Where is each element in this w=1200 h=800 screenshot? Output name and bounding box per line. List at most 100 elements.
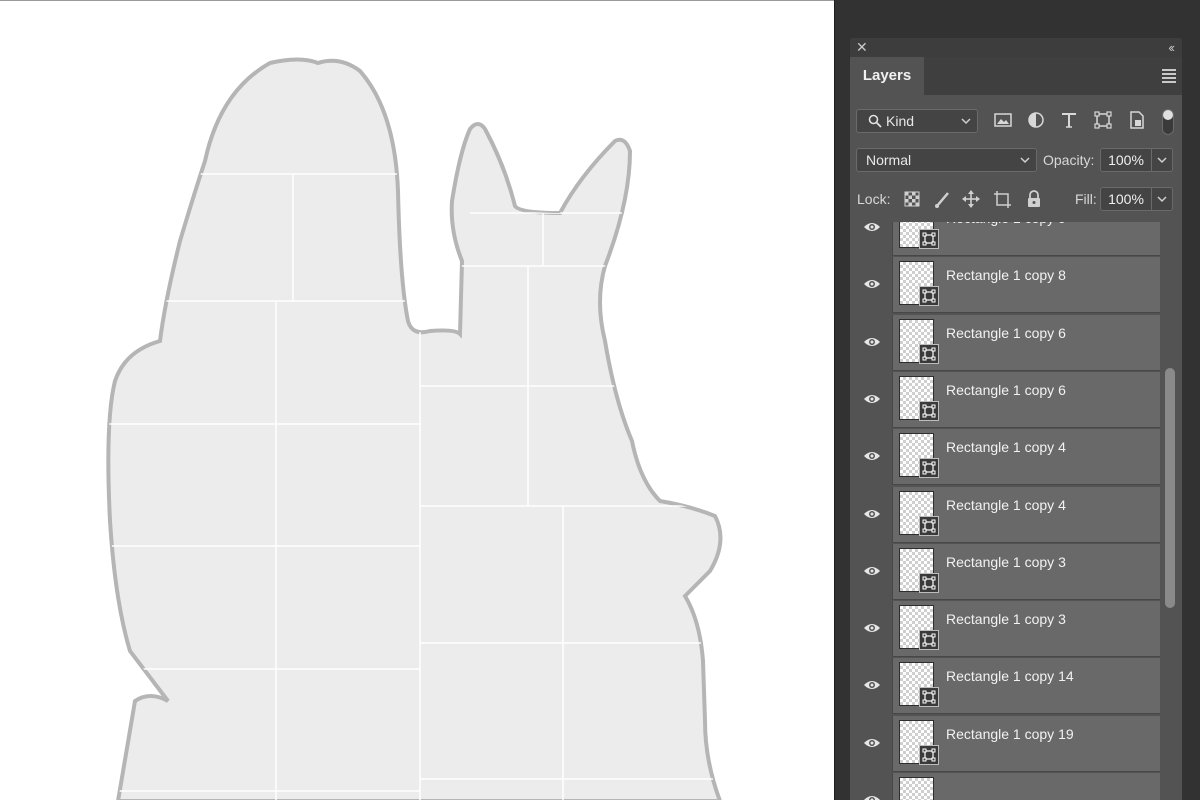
smart-object-badge-icon — [919, 286, 939, 307]
visibility-toggle[interactable] — [850, 486, 893, 543]
visibility-toggle[interactable] — [850, 543, 893, 600]
lock-artboard-icon[interactable] — [992, 189, 1012, 209]
filter-toggle[interactable] — [1162, 109, 1174, 135]
layer-row[interactable]: Rectangle 1 copy 14 — [850, 658, 1160, 715]
chevron-down-icon — [1020, 149, 1030, 179]
lock-transparent-icon[interactable] — [902, 189, 922, 209]
layer-body[interactable]: Rectangle 1 copy 19 — [893, 715, 1160, 771]
collapse-icon[interactable]: ‹‹ — [1168, 39, 1175, 56]
fill-dropdown-button[interactable] — [1152, 187, 1173, 211]
layer-thumbnail — [899, 662, 939, 708]
visibility-toggle[interactable] — [850, 715, 893, 772]
layer-name: Rectangle 1 copy 6 — [946, 381, 1066, 398]
layer-name: Rectangle 1 copy 9 — [946, 222, 1066, 236]
layer-thumbnail — [899, 490, 939, 536]
visibility-toggle[interactable] — [850, 658, 893, 715]
layers-panel: ✕ ‹‹ Layers Kind Normal Opacity: 100% Lo… — [850, 38, 1182, 800]
eye-icon — [864, 509, 880, 518]
tab-layers[interactable]: Layers — [850, 57, 924, 95]
adjustment-filter-icon[interactable] — [1025, 109, 1047, 131]
layer-name: Rectangle 1 copy 8 — [946, 267, 1066, 284]
layer-thumbnail — [899, 777, 934, 800]
smart-object-badge-icon — [919, 343, 939, 364]
layers-scrollbar[interactable] — [1160, 222, 1182, 800]
layer-body[interactable]: Rectangle 1 copy 9 — [893, 222, 1160, 255]
search-icon — [868, 114, 882, 128]
layer-body[interactable]: Rectangle 1 copy 4 — [893, 486, 1160, 542]
smart-object-badge-icon — [919, 744, 939, 765]
eye-icon — [864, 394, 880, 403]
layer-thumbnail — [899, 375, 939, 421]
lock-all-icon[interactable] — [1024, 189, 1044, 209]
type-filter-icon[interactable] — [1058, 109, 1080, 131]
document-canvas[interactable] — [0, 0, 834, 800]
smart-object-filter-icon[interactable] — [1126, 109, 1148, 131]
scrollbar-thumb[interactable] — [1165, 368, 1175, 608]
layer-thumbnail — [899, 719, 939, 765]
layer-row[interactable]: Rectangle 1 copy 6 — [850, 314, 1160, 371]
layers-list[interactable]: Rectangle 1 copy 9 — [850, 222, 1160, 800]
eye-icon — [864, 337, 880, 346]
shape-filter-icon[interactable] — [1092, 109, 1114, 131]
visibility-toggle[interactable] — [850, 429, 893, 486]
close-icon[interactable]: ✕ — [856, 39, 868, 56]
layer-body[interactable]: Rectangle 1 copy 3 — [893, 543, 1160, 599]
layer-thumbnail — [899, 318, 939, 364]
layer-name: Rectangle 1 copy 3 — [946, 611, 1066, 628]
fill-input[interactable]: 100% — [1100, 187, 1152, 211]
layer-row[interactable]: Rectangle 1 copy 4 — [850, 429, 1160, 486]
layer-body[interactable]: Rectangle 1 copy 14 — [893, 658, 1160, 714]
layer-row[interactable]: Rectangle 1 copy 6 — [850, 371, 1160, 428]
eye-icon — [864, 452, 880, 461]
layer-body[interactable]: Rectangle 1 copy 6 — [893, 371, 1160, 427]
visibility-toggle[interactable] — [850, 773, 893, 800]
lock-label: Lock: — [857, 191, 891, 207]
smart-object-badge-icon — [919, 630, 939, 651]
visibility-toggle[interactable] — [850, 222, 893, 256]
layer-body[interactable]: Rectangle 1 copy 8 — [893, 257, 1160, 313]
lock-move-icon[interactable] — [961, 189, 981, 209]
smart-object-badge-icon — [919, 687, 939, 708]
layer-body[interactable]: Rectangle 1 copy 3 — [893, 601, 1160, 657]
layer-row[interactable]: Rectangle 1 copy 3 — [850, 601, 1160, 658]
lock-paint-icon[interactable] — [933, 189, 953, 209]
layer-body[interactable]: Rectangle 1 copy 6 — [893, 314, 1160, 370]
layer-thumbnail — [899, 261, 939, 307]
eye-icon — [864, 681, 880, 690]
opacity-input[interactable]: 100% — [1100, 148, 1152, 172]
image-filter-icon[interactable] — [992, 109, 1014, 131]
layer-thumbnail — [899, 433, 939, 479]
layer-name: Rectangle 1 copy 4 — [946, 439, 1066, 456]
layer-row[interactable]: Rectangle 1 copy 8 — [850, 257, 1160, 314]
layer-row[interactable]: Rectangle 1 copy 19 — [850, 715, 1160, 772]
visibility-toggle[interactable] — [850, 314, 893, 371]
kind-filter-label: Kind — [886, 113, 915, 129]
blend-mode-value: Normal — [866, 152, 912, 168]
layer-row[interactable]: Rectangle 1 copy 4 — [850, 486, 1160, 543]
visibility-toggle[interactable] — [850, 371, 893, 428]
visibility-toggle[interactable] — [850, 257, 893, 314]
eye-icon — [864, 738, 880, 747]
panel-tab-row: Layers — [850, 57, 1182, 95]
layer-row[interactable] — [850, 773, 1160, 800]
smart-object-badge-icon — [919, 515, 939, 536]
layer-row[interactable]: Rectangle 1 copy 3 — [850, 543, 1160, 600]
chevron-down-icon — [1157, 157, 1167, 164]
layer-thumbnail — [899, 547, 939, 593]
layer-name: Rectangle 1 copy 14 — [946, 668, 1074, 685]
kind-filter-dropdown[interactable]: Kind — [856, 109, 978, 133]
opacity-dropdown-button[interactable] — [1152, 148, 1173, 172]
blend-mode-dropdown[interactable]: Normal — [856, 148, 1037, 172]
layer-name: Rectangle 1 copy 3 — [946, 553, 1066, 570]
eye-icon — [864, 280, 880, 289]
layer-body[interactable]: Rectangle 1 copy 4 — [893, 429, 1160, 485]
visibility-toggle[interactable] — [850, 601, 893, 658]
layer-body[interactable] — [893, 773, 1160, 800]
chevron-down-icon — [1157, 196, 1167, 203]
layer-name: Rectangle 1 copy 4 — [946, 496, 1066, 513]
filter-row: Kind — [850, 109, 1182, 135]
layer-row[interactable]: Rectangle 1 copy 9 — [850, 222, 1160, 256]
layer-name: Rectangle 1 copy 19 — [946, 725, 1074, 742]
eye-icon — [864, 566, 880, 575]
hamburger-icon[interactable] — [1162, 69, 1178, 83]
